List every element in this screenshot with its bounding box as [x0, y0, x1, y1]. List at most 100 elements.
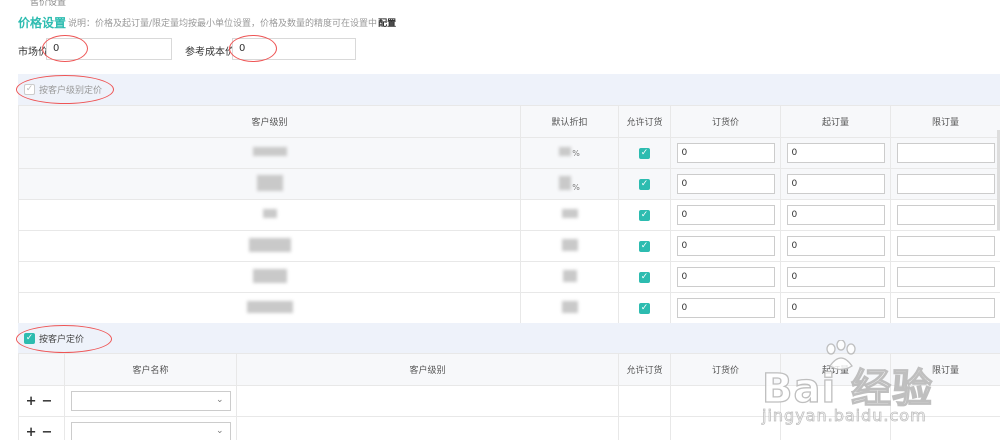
check-icon: ✓	[640, 178, 649, 189]
col-allow-order: 允许订货	[618, 105, 671, 138]
config-link[interactable]: 配置	[378, 16, 396, 29]
price-settings-description: 说明：价格及起订量/限定量均按最小单位设置，价格及数量的精度可在设置中	[68, 18, 378, 29]
blurred-text	[561, 238, 578, 251]
max-qty-input[interactable]	[896, 236, 995, 256]
min-qty-cell: 0	[780, 168, 891, 200]
blurred-text	[256, 174, 283, 191]
order-price-cell: 0	[670, 137, 781, 169]
max-qty-cell	[890, 416, 1000, 440]
min-qty-cell	[780, 385, 891, 417]
check-icon: ✓	[25, 84, 34, 94]
allow-order-checkbox[interactable]: ✓	[639, 302, 650, 314]
order-price-input[interactable]: 0	[676, 236, 775, 256]
add-row-icon[interactable]: +	[26, 394, 42, 409]
add-row-icon[interactable]: +	[26, 425, 42, 440]
allow-order-cell: ✓	[618, 230, 671, 262]
allow-order-cell: ✓	[618, 292, 671, 324]
percent-sign: %	[572, 182, 580, 192]
order-price-cell: 0	[670, 230, 781, 262]
blurred-text	[252, 268, 287, 283]
min-qty-input[interactable]: 0	[786, 267, 885, 287]
min-qty-input[interactable]: 0	[786, 298, 885, 318]
market-price-input[interactable]: 0	[46, 38, 172, 60]
customer-name-cell: ⌄	[64, 385, 237, 417]
col-order-price: 订货价	[670, 353, 781, 386]
chevron-down-icon: ⌄	[215, 395, 224, 405]
max-qty-cell	[890, 230, 1000, 262]
check-icon: ✓	[640, 240, 649, 251]
blurred-text	[262, 209, 277, 218]
blurred-text	[248, 237, 291, 252]
blurred-text	[246, 300, 293, 313]
min-qty-input[interactable]: 0	[786, 143, 885, 163]
customer-name-select[interactable]: ⌄	[70, 391, 231, 411]
order-price-input[interactable]: 0	[676, 174, 775, 194]
order-price-cell: 0	[670, 261, 781, 293]
min-qty-cell: 0	[780, 292, 891, 324]
allow-order-checkbox[interactable]: ✓	[639, 209, 650, 221]
check-icon: ✓	[640, 209, 649, 220]
customer-level-cell	[18, 168, 521, 200]
blurred-text	[252, 147, 287, 156]
max-qty-cell	[890, 261, 1000, 293]
max-qty-input[interactable]	[896, 143, 995, 163]
blurred-text	[562, 269, 577, 282]
allow-order-cell	[618, 416, 671, 440]
chevron-down-icon: ⌄	[215, 426, 224, 436]
min-qty-input[interactable]: 0	[786, 174, 885, 194]
check-icon: ✓	[640, 302, 649, 313]
remove-row-icon[interactable]: −	[42, 394, 58, 409]
table-row: ✓ 0 0	[18, 199, 1000, 231]
customer-pricing-label[interactable]: 按客户定价	[39, 332, 84, 345]
max-qty-cell	[890, 292, 1000, 324]
market-price-label: 市场价	[18, 47, 48, 58]
customer-pricing-checkbox[interactable]: ✓	[24, 332, 35, 344]
order-price-cell	[670, 416, 781, 440]
table-header-row: 客户名称 客户级别 允许订货 订货价 起订量 限订量	[18, 353, 1000, 386]
allow-order-checkbox[interactable]: ✓	[639, 240, 650, 252]
remove-row-icon[interactable]: −	[42, 425, 58, 440]
row-actions-cell: +−	[18, 385, 65, 417]
allow-order-checkbox[interactable]: ✓	[639, 147, 650, 159]
col-order-price: 订货价	[670, 105, 781, 138]
min-qty-cell	[780, 416, 891, 440]
ref-cost-input[interactable]: 0	[232, 38, 356, 60]
check-icon: ✓	[640, 147, 649, 158]
level-pricing-checkbox[interactable]: ✓	[24, 84, 35, 95]
col-customer-level: 客户级别	[18, 105, 521, 138]
order-price-input[interactable]: 0	[676, 143, 775, 163]
customer-level-cell	[236, 385, 619, 417]
table-row: ✓ 0 0	[18, 261, 1000, 293]
discount-cell	[520, 261, 619, 293]
min-qty-input[interactable]: 0	[786, 236, 885, 256]
col-allow-order: 允许订货	[618, 353, 671, 386]
price-settings-header: 价格设置 说明：价格及起订量/限定量均按最小单位设置，价格及数量的精度可在设置中…	[18, 12, 396, 32]
allow-order-cell: ✓	[618, 137, 671, 169]
discount-cell	[520, 292, 619, 324]
discount-cell: %	[520, 168, 619, 200]
level-pricing-label[interactable]: 按客户级别定价	[39, 83, 102, 96]
max-qty-cell	[890, 168, 1000, 200]
table-row: % ✓ 0 0	[18, 137, 1000, 169]
max-qty-input[interactable]	[896, 205, 995, 225]
order-price-input[interactable]: 0	[676, 205, 775, 225]
max-qty-input[interactable]	[896, 298, 995, 318]
col-max-qty: 限订量	[890, 353, 1000, 386]
max-qty-input[interactable]	[896, 174, 995, 194]
col-customer-name: 客户名称	[64, 353, 237, 386]
min-qty-input[interactable]: 0	[786, 205, 885, 225]
max-qty-input[interactable]	[896, 267, 995, 287]
allow-order-cell: ✓	[618, 168, 671, 200]
order-price-input[interactable]: 0	[676, 298, 775, 318]
max-qty-cell	[890, 199, 1000, 231]
order-price-input[interactable]: 0	[676, 267, 775, 287]
allow-order-checkbox[interactable]: ✓	[639, 178, 650, 190]
customer-level-cell	[18, 137, 521, 169]
row-actions-cell: +−	[18, 416, 65, 440]
blurred-text	[561, 300, 578, 313]
discount-cell	[520, 230, 619, 262]
customer-name-select[interactable]: ⌄	[70, 422, 231, 440]
allow-order-checkbox[interactable]: ✓	[639, 271, 650, 283]
min-qty-cell: 0	[780, 199, 891, 231]
customer-name-cell: ⌄	[64, 416, 237, 440]
